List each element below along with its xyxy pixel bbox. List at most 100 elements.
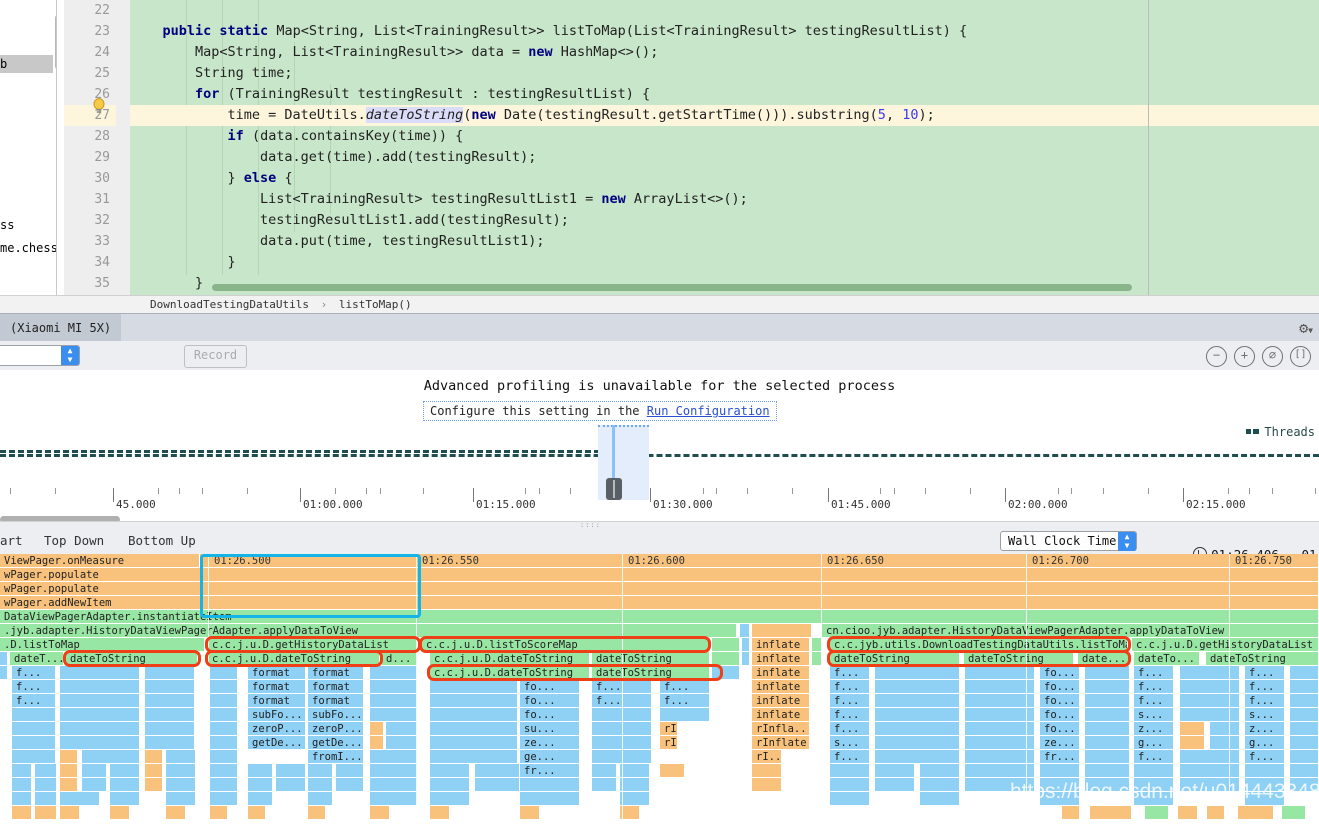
flame-cell[interactable]: fr... bbox=[1040, 750, 1080, 764]
flame-cell[interactable]: inflate bbox=[752, 666, 810, 680]
flame-cell-empty[interactable] bbox=[1040, 764, 1080, 778]
flame-cell-empty[interactable] bbox=[430, 792, 470, 806]
flame-cell[interactable]: c.c.j.u.D.getHistoryDataList bbox=[1132, 638, 1319, 652]
flame-cell-empty[interactable] bbox=[386, 722, 418, 736]
flame-cell[interactable]: dateToString bbox=[1206, 652, 1319, 666]
code-line[interactable]: Map<String, List<TrainingResult>> data =… bbox=[130, 42, 1319, 63]
flame-cell-empty[interactable] bbox=[592, 764, 617, 778]
flame-cell-empty[interactable] bbox=[308, 806, 326, 820]
flame-cell[interactable]: wPager.populate bbox=[0, 568, 1319, 582]
flame-cell-empty[interactable] bbox=[875, 666, 960, 680]
flame-cell-empty[interactable] bbox=[620, 792, 650, 806]
flame-cell[interactable]: f... bbox=[830, 708, 870, 722]
flame-cell-empty[interactable] bbox=[370, 778, 418, 792]
flame-cell-empty[interactable] bbox=[110, 764, 140, 778]
flame-cell-empty[interactable] bbox=[1145, 806, 1169, 820]
project-tree-scrollbar[interactable] bbox=[55, 14, 56, 70]
flame-cell-empty[interactable] bbox=[1085, 694, 1130, 708]
flame-cell-empty[interactable] bbox=[60, 806, 80, 820]
flame-cell-empty[interactable] bbox=[430, 694, 518, 708]
flame-cell-empty[interactable] bbox=[1290, 694, 1319, 708]
flame-cell-empty[interactable] bbox=[60, 750, 78, 764]
flame-cell-empty[interactable] bbox=[370, 694, 418, 708]
flame-cell[interactable]: f... bbox=[1245, 680, 1285, 694]
flame-cell[interactable]: f... bbox=[830, 666, 870, 680]
flame-cell[interactable]: g... bbox=[1245, 736, 1285, 750]
flame-cell-empty[interactable] bbox=[620, 764, 650, 778]
flame-cell-empty[interactable] bbox=[1180, 764, 1240, 778]
flame-cell[interactable]: rI... bbox=[660, 736, 678, 750]
flame-cell-empty[interactable] bbox=[1085, 722, 1130, 736]
flame-cell-empty[interactable] bbox=[965, 722, 1035, 736]
profiler-device-tab[interactable]: (Xiaomi MI 5X) bbox=[0, 314, 122, 342]
flame-cell-empty[interactable] bbox=[210, 764, 238, 778]
flame-cell-empty[interactable] bbox=[35, 778, 57, 792]
flame-cell[interactable]: wPager.addNewItem bbox=[0, 596, 1319, 610]
flame-cell-empty[interactable] bbox=[145, 708, 195, 722]
flame-cell-empty[interactable] bbox=[1180, 736, 1205, 750]
flame-cell-empty[interactable] bbox=[12, 764, 32, 778]
flame-cell-empty[interactable] bbox=[1290, 708, 1319, 722]
flame-cell-empty[interactable] bbox=[1290, 736, 1319, 750]
flame-cell-empty[interactable] bbox=[660, 764, 685, 778]
project-tree-item-1[interactable]: ss bbox=[0, 218, 14, 232]
flame-cell-empty[interactable] bbox=[60, 666, 140, 680]
flame-cell-empty[interactable] bbox=[1178, 806, 1198, 820]
flame-cell[interactable]: zeroP... bbox=[308, 722, 364, 736]
flame-cell[interactable]: ze... bbox=[520, 736, 580, 750]
clock-type-select[interactable]: Wall Clock Time ▲ ▼ bbox=[1000, 531, 1137, 551]
flame-cell[interactable]: dateToString bbox=[66, 652, 198, 666]
flame-cell[interactable]: c.c.jyb.utils.DownloadTestingDataUtils.l… bbox=[830, 638, 1128, 652]
code-line[interactable]: data.put(time, testingResultList1); bbox=[130, 231, 1319, 252]
flame-cell-empty[interactable] bbox=[210, 778, 238, 792]
breadcrumb-class[interactable]: DownloadTestingDataUtils bbox=[150, 298, 309, 311]
flame-cell[interactable]: c.c.j.u.D.dateToString bbox=[208, 652, 380, 666]
flame-cell[interactable]: ge... bbox=[520, 750, 580, 764]
flame-cell[interactable]: .D.listToMap bbox=[0, 638, 205, 652]
flame-cell-empty[interactable] bbox=[875, 694, 960, 708]
flame-cell-empty[interactable] bbox=[12, 708, 56, 722]
flame-cell-empty[interactable] bbox=[210, 708, 238, 722]
flame-cell[interactable]: s... bbox=[1134, 708, 1174, 722]
zoom-in-icon[interactable]: + bbox=[1234, 346, 1255, 367]
zoom-out-icon[interactable]: − bbox=[1206, 346, 1227, 367]
flame-cell-empty[interactable] bbox=[1085, 764, 1130, 778]
flame-cell-empty[interactable] bbox=[1085, 750, 1130, 764]
flame-cell[interactable]: subFo... bbox=[308, 708, 364, 722]
flame-cell-empty[interactable] bbox=[35, 764, 57, 778]
code-line[interactable]: public static Map<String, List<TrainingR… bbox=[130, 21, 1319, 42]
flame-cell-empty[interactable] bbox=[248, 764, 273, 778]
flame-cell-empty[interactable] bbox=[370, 806, 390, 820]
flame-cell-empty[interactable] bbox=[1238, 806, 1274, 820]
flame-cell[interactable]: subFo... bbox=[248, 708, 306, 722]
code-line[interactable]: if (data.containsKey(time)) { bbox=[130, 126, 1319, 147]
flame-cell[interactable]: c.c.j.u.D.dateToString bbox=[430, 666, 590, 680]
project-tree-item-2[interactable]: me.chess bbox=[0, 241, 56, 255]
editor-horizontal-scrollbar[interactable] bbox=[212, 284, 1132, 291]
code-editor[interactable]: 222324252627282930313233343536 – public … bbox=[64, 0, 1319, 295]
flame-cell-empty[interactable] bbox=[1085, 736, 1130, 750]
chevron-updown-icon[interactable]: ▲ ▼ bbox=[1118, 532, 1136, 551]
flame-cell[interactable]: format bbox=[248, 666, 306, 680]
flame-cell-empty[interactable] bbox=[875, 764, 915, 778]
run-configuration-link[interactable]: Run Configuration bbox=[647, 404, 770, 418]
flame-cell-empty[interactable] bbox=[145, 778, 163, 792]
flame-cell[interactable]: inflate bbox=[752, 652, 810, 666]
flame-cell-empty[interactable] bbox=[1090, 806, 1132, 820]
intention-bulb-icon[interactable] bbox=[92, 98, 106, 114]
timeline-selection-handle[interactable] bbox=[606, 478, 622, 500]
flame-cell-empty[interactable] bbox=[875, 722, 960, 736]
flame-cell[interactable]: inflate bbox=[752, 694, 810, 708]
flame-cell-empty[interactable] bbox=[620, 806, 640, 820]
flame-cell[interactable]: c.c.j.u.D.listToScoreMap bbox=[422, 638, 710, 652]
flame-cell-empty[interactable] bbox=[82, 764, 107, 778]
flame-cell[interactable]: g... bbox=[1134, 736, 1174, 750]
flame-cell-empty[interactable] bbox=[965, 680, 1035, 694]
flame-cell-empty[interactable] bbox=[1210, 722, 1240, 736]
flame-cell-empty[interactable] bbox=[12, 736, 56, 750]
flame-cell-empty[interactable] bbox=[210, 680, 238, 694]
flame-cell-empty[interactable] bbox=[12, 750, 56, 764]
flame-cell-empty[interactable] bbox=[1180, 708, 1240, 722]
breadcrumb[interactable]: DownloadTestingDataUtils › listToMap() bbox=[64, 295, 1319, 313]
flame-cell[interactable]: rInflate bbox=[752, 736, 810, 750]
